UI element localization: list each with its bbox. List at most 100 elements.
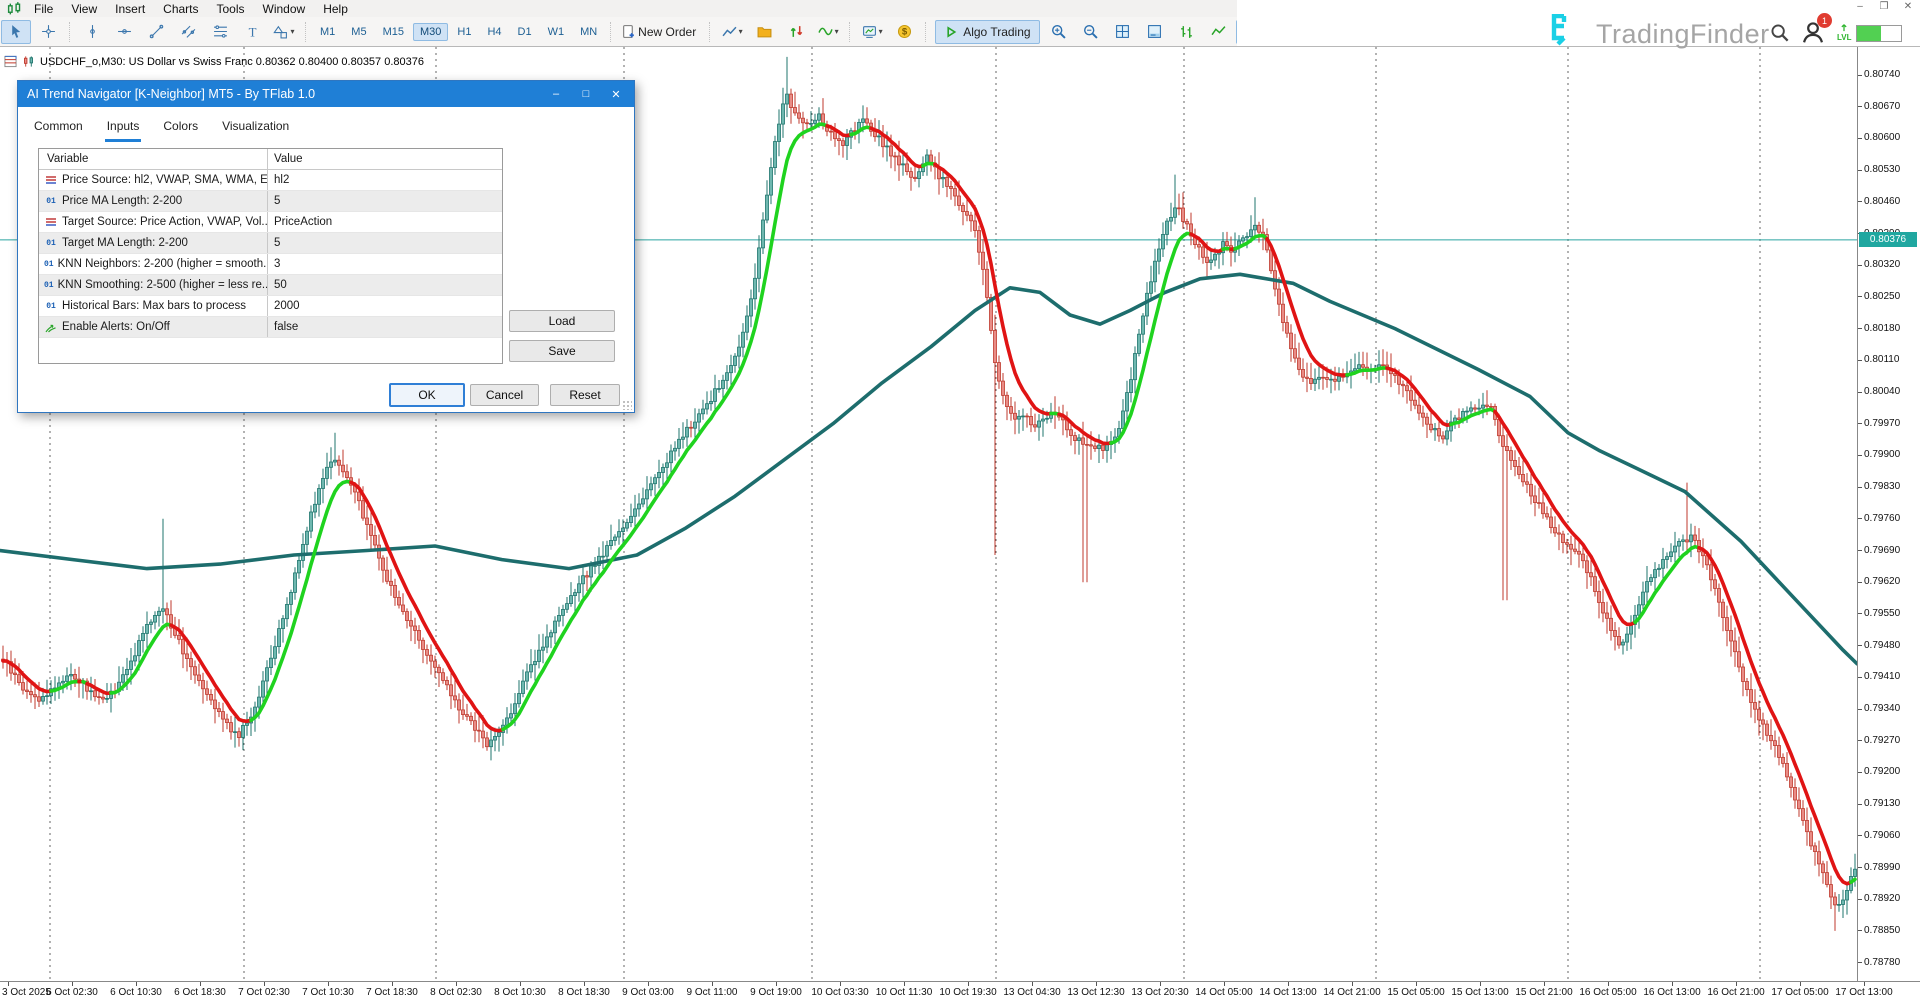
ohlc-bars-button[interactable] (1172, 20, 1202, 44)
param-row[interactable]: Target Source: Price Action, VWAP, Vol..… (39, 212, 502, 233)
zoom-out-button[interactable] (1076, 20, 1106, 44)
buy-sell-arrows-icon (789, 24, 804, 39)
param-value[interactable]: false (268, 321, 502, 333)
cancel-button[interactable]: Cancel (470, 384, 539, 406)
dialog-minimize-button[interactable]: – (549, 88, 563, 101)
param-row[interactable]: 01KNN Neighbors: 2-200 (higher = smooth.… (39, 254, 502, 275)
time-label: 10 Oct 03:30 (811, 987, 868, 998)
cursor-button[interactable] (1, 20, 31, 44)
tab-visualization[interactable]: Visualization (220, 115, 291, 142)
timeframe-m15-button[interactable]: M15 (376, 23, 411, 41)
param-value[interactable]: PriceAction (268, 216, 502, 228)
vline-button[interactable] (77, 20, 107, 44)
channel-icon (181, 24, 196, 39)
menu-item-tools[interactable]: Tools (208, 1, 254, 17)
param-value[interactable]: 5 (268, 237, 502, 249)
timeframe-h1-button[interactable]: H1 (450, 23, 478, 41)
menu-item-insert[interactable]: Insert (106, 1, 154, 17)
menu-item-charts[interactable]: Charts (154, 1, 207, 17)
price-tick (1858, 487, 1862, 488)
load-button[interactable]: Load (509, 310, 615, 332)
new-order-button[interactable]: New Order (618, 20, 703, 44)
menu-item-file[interactable]: File (25, 1, 62, 17)
price-axis[interactable]: 0.807400.806700.806000.805300.804600.803… (1857, 46, 1920, 982)
text-tool-button[interactable]: T (237, 20, 267, 44)
param-value[interactable]: 3 (268, 258, 502, 270)
time-tick (1352, 982, 1353, 986)
maximize-button[interactable]: ❐ (1878, 1, 1890, 12)
docked-panel-button[interactable] (1140, 20, 1170, 44)
reset-button[interactable]: Reset (550, 384, 620, 406)
param-value[interactable]: 50 (268, 279, 502, 291)
menu-item-help[interactable]: Help (314, 1, 357, 17)
svg-text:T: T (248, 25, 256, 39)
param-row[interactable]: Price Source: hl2, VWAP, SMA, WMA, E...h… (39, 170, 502, 191)
line-chart-button[interactable] (1204, 20, 1234, 44)
crosshair-button[interactable] (33, 20, 63, 44)
price-label: 0.78850 (1864, 925, 1900, 936)
time-label: 7 Oct 18:30 (366, 987, 418, 998)
param-value[interactable]: 5 (268, 195, 502, 207)
timeframe-h4-button[interactable]: H4 (480, 23, 508, 41)
notification-badge[interactable]: 1 (1817, 13, 1832, 28)
param-row[interactable]: 01Historical Bars: Max bars to process20… (39, 296, 502, 317)
time-tick (1672, 982, 1673, 986)
brand-watermark: TradingFinder (1548, 14, 1770, 54)
algo-trading-button[interactable]: Algo Trading (935, 20, 1039, 44)
price-tick (1858, 392, 1862, 393)
time-label: 15 Oct 13:00 (1451, 987, 1508, 998)
timeframe-mn-button[interactable]: MN (573, 23, 604, 41)
profile-icon[interactable]: 1 (1801, 20, 1825, 44)
toolbar-separator (610, 22, 612, 42)
numeric-param-icon: 01 (44, 260, 54, 269)
shapes-button[interactable]: ▾ (269, 20, 299, 44)
menu-item-view[interactable]: View (62, 1, 106, 17)
dialog-close-button[interactable]: ✕ (609, 88, 623, 101)
search-icon[interactable] (1770, 23, 1789, 42)
folder-button[interactable] (749, 20, 779, 44)
time-axis[interactable]: 3 Oct 20256 Oct 02:306 Oct 10:306 Oct 18… (0, 981, 1920, 1005)
chart-profile-button[interactable]: ▾ (857, 20, 887, 44)
time-label: 15 Oct 21:00 (1515, 987, 1572, 998)
time-tick (136, 982, 137, 986)
fibonacci-button[interactable] (205, 20, 235, 44)
timeframe-m30-button[interactable]: M30 (413, 23, 448, 41)
price-label: 0.79480 (1864, 640, 1900, 651)
param-value[interactable]: 2000 (268, 300, 502, 312)
tile-windows-button[interactable] (1108, 20, 1138, 44)
price-label: 0.80250 (1864, 291, 1900, 302)
chart-type-button[interactable]: ▾ (717, 20, 747, 44)
time-label: 7 Oct 10:30 (302, 987, 354, 998)
minimize-button[interactable]: – (1854, 1, 1866, 12)
channel-button[interactable] (173, 20, 203, 44)
menu-item-window[interactable]: Window (254, 1, 315, 17)
param-value[interactable]: hl2 (268, 174, 502, 186)
zoom-in-button[interactable] (1044, 20, 1074, 44)
tab-inputs[interactable]: Inputs (105, 115, 142, 142)
dialog-maximize-button[interactable]: □ (579, 88, 593, 101)
indicator-wave-button[interactable]: ▾ (813, 20, 843, 44)
timeframe-m5-button[interactable]: M5 (344, 23, 373, 41)
timeframe-w1-button[interactable]: W1 (541, 23, 572, 41)
depth-of-market-icon[interactable] (4, 55, 17, 68)
hline-button[interactable] (109, 20, 139, 44)
price-tick (1858, 804, 1862, 805)
dialog-resize-grip[interactable] (622, 400, 632, 410)
time-tick (1160, 982, 1161, 986)
param-row[interactable]: 01Target MA Length: 2-2005 (39, 233, 502, 254)
save-button[interactable]: Save (509, 340, 615, 362)
timeframe-d1-button[interactable]: D1 (511, 23, 539, 41)
param-row[interactable]: 01KNN Smoothing: 2-500 (higher = less re… (39, 275, 502, 296)
ok-button[interactable]: OK (389, 383, 465, 407)
buy-sell-arrows-button[interactable] (781, 20, 811, 44)
trendline-button[interactable] (141, 20, 171, 44)
dollar-button[interactable]: $ (889, 20, 919, 44)
timeframe-m1-button[interactable]: M1 (313, 23, 342, 41)
param-row[interactable]: 01Price MA Length: 2-2005 (39, 191, 502, 212)
one-click-trading-icon[interactable] (22, 55, 35, 68)
param-row[interactable]: Enable Alerts: On/Offfalse (39, 317, 502, 338)
tab-colors[interactable]: Colors (161, 115, 200, 142)
tab-common[interactable]: Common (32, 115, 85, 142)
close-button[interactable]: ✕ (1902, 1, 1914, 12)
fibonacci-icon (213, 24, 228, 39)
